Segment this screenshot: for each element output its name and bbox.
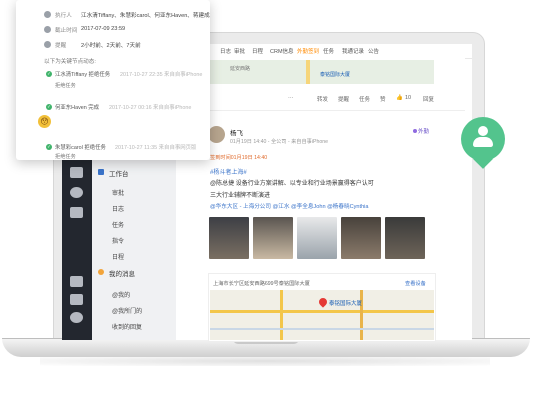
tab-log[interactable]: 日志 bbox=[220, 47, 231, 55]
thumbs-up-icon[interactable]: 👍 bbox=[396, 95, 403, 101]
timeline-event-note: 拒绝任务 bbox=[55, 154, 76, 160]
photo-5[interactable] bbox=[385, 217, 425, 259]
sidebar-item-log[interactable]: 日志 bbox=[112, 204, 124, 213]
sidebar-item-at-me[interactable]: @我的 bbox=[112, 290, 130, 299]
deadline-value: 2017-07-09 23:59 bbox=[81, 26, 126, 32]
map-place-label: 泰铭国际大厦 bbox=[320, 72, 351, 78]
forward-button[interactable]: 转发 bbox=[317, 95, 328, 103]
sidebar-item-at-dept[interactable]: @我所门的 bbox=[112, 306, 142, 315]
like-button[interactable]: 赞 bbox=[380, 95, 386, 103]
timeline-event-time: 2017-10-27 11:35 来自自事网页版 bbox=[115, 145, 197, 151]
timeline-event-time: 2017-10-27 22:35 来自自事iPhone bbox=[120, 72, 203, 78]
sidebar-item-approval[interactable]: 审批 bbox=[112, 188, 124, 197]
map-pin-label: 泰铭国际大厦 bbox=[329, 301, 363, 307]
remind-button[interactable]: 提醒 bbox=[338, 95, 349, 103]
sidebar-item-instruction[interactable]: 指令 bbox=[112, 236, 124, 245]
filter-tabs: 日志 审批 日程 CRM信息 外勤签到 任务 我通记录 公告 bbox=[176, 44, 472, 59]
timeline-event-actor: 江水清Tiffany 拒绝任务 bbox=[55, 72, 111, 78]
field-label: 截止时间 bbox=[55, 28, 78, 34]
timeline-event-note: 拒绝任务 bbox=[55, 83, 76, 89]
field-label: 执行人 bbox=[55, 13, 72, 19]
sidebar-item-schedule[interactable]: 日程 bbox=[112, 252, 124, 261]
document-icon[interactable] bbox=[70, 276, 83, 287]
clock-icon bbox=[44, 26, 51, 33]
sidebar-workbench-label[interactable]: 工作台 bbox=[109, 168, 129, 178]
map-river bbox=[210, 328, 434, 330]
people-icon bbox=[44, 11, 51, 18]
surprised-emoji-icon: 😯 bbox=[38, 115, 51, 128]
post-hashtag[interactable]: #杨斗者上海# bbox=[210, 167, 247, 176]
sidebar-item-task[interactable]: 任务 bbox=[112, 220, 124, 229]
gear-icon[interactable] bbox=[70, 312, 83, 323]
tab-task[interactable]: 任务 bbox=[323, 47, 334, 55]
timeline-event-time: 2017-10-27 00:16 来自自事iPhone bbox=[109, 105, 192, 111]
map-road-label: 延安西路 bbox=[230, 66, 251, 72]
laptop-shadow bbox=[40, 356, 490, 366]
timeline-event-actor: 何亚东Haven 完成 bbox=[55, 105, 100, 111]
photo-3[interactable] bbox=[297, 217, 337, 259]
map-road bbox=[280, 290, 283, 340]
tab-announcement[interactable]: 公告 bbox=[368, 47, 379, 55]
post-line-2: 三大行业辅牌不断演进 bbox=[210, 193, 271, 199]
photo-1[interactable] bbox=[209, 217, 249, 259]
timeline-intro: 以下为关键节点动态: bbox=[44, 59, 96, 65]
post-tag: 外勤 bbox=[418, 129, 430, 135]
check-circle-icon: ✓ bbox=[46, 144, 52, 150]
sidebar-messages-label[interactable]: 我的消息 bbox=[109, 268, 135, 278]
divider bbox=[203, 110, 465, 111]
task-button[interactable]: 任务 bbox=[359, 95, 370, 103]
map-road bbox=[306, 60, 310, 84]
post-actions: ··· 转发 提醒 任务 赞 👍 10 回复 bbox=[210, 92, 440, 106]
assignees-value: 江水清Tiffany、朱慧彩carol、何亚东Haven、蒋建成 bbox=[81, 13, 210, 19]
photo-4[interactable] bbox=[341, 217, 381, 259]
like-count: 10 bbox=[405, 95, 412, 101]
tab-crm[interactable]: CRM信息 bbox=[270, 47, 294, 55]
map-road bbox=[360, 290, 363, 340]
map-road bbox=[210, 310, 434, 313]
location-address: 上海市长宁区延安西路699号泰铭国际大厦 bbox=[213, 281, 310, 287]
checkin-time: 签到时间01月19日 14:40 bbox=[210, 155, 268, 161]
tab-approval[interactable]: 审批 bbox=[234, 47, 245, 55]
bell-icon bbox=[44, 41, 51, 48]
post-meta: 01月19日 14:40 - 全公司 - 来自自事iPhone bbox=[230, 139, 329, 145]
folder-icon[interactable] bbox=[70, 294, 83, 305]
bell-icon bbox=[98, 269, 104, 275]
tab-contact-records[interactable]: 我通记录 bbox=[342, 47, 364, 55]
tab-field-checkin[interactable]: 外勤签到 bbox=[297, 47, 319, 55]
tag-dot-icon bbox=[413, 129, 417, 133]
photo-2[interactable] bbox=[253, 217, 293, 259]
chart-icon[interactable] bbox=[70, 187, 83, 198]
avatar[interactable] bbox=[208, 126, 225, 143]
tab-schedule[interactable]: 日程 bbox=[252, 47, 263, 55]
map-thumbnail-top[interactable]: 延安西路 泰铭国际大厦 bbox=[210, 60, 434, 84]
workbench-icon bbox=[98, 169, 104, 175]
more-icon[interactable]: ··· bbox=[288, 95, 294, 101]
user-icon-body bbox=[473, 137, 493, 147]
post-line-1: @陈总捷 设备行业方案讲解、以专业和行业场景赢得客户认可 bbox=[210, 181, 374, 187]
task-detail-popup: 执行人 江水清Tiffany、朱慧彩carol、何亚东Haven、蒋建成 截止时… bbox=[16, 0, 210, 160]
sidebar-item-replies[interactable]: 收到的回复 bbox=[112, 322, 142, 331]
location-link[interactable]: 查看设备 bbox=[405, 280, 426, 287]
check-circle-icon: ✓ bbox=[46, 104, 52, 110]
mail-icon[interactable] bbox=[70, 167, 83, 178]
check-circle-icon: ✓ bbox=[46, 71, 52, 77]
timeline-event-actor: 朱慧彩carol 拒绝任务 bbox=[55, 145, 106, 151]
calendar-icon[interactable] bbox=[70, 207, 83, 218]
reminder-value: 2小时前、2天前、7天前 bbox=[81, 43, 141, 49]
post-mentions[interactable]: @华东大区 - 上海分公司 @江水 @李全息John @杨春晓Cynthia bbox=[210, 202, 369, 210]
field-label: 提醒 bbox=[55, 43, 67, 49]
reply-button[interactable]: 回复 bbox=[423, 95, 434, 103]
user-icon bbox=[478, 126, 488, 136]
post-author[interactable]: 杨飞 bbox=[230, 127, 243, 137]
